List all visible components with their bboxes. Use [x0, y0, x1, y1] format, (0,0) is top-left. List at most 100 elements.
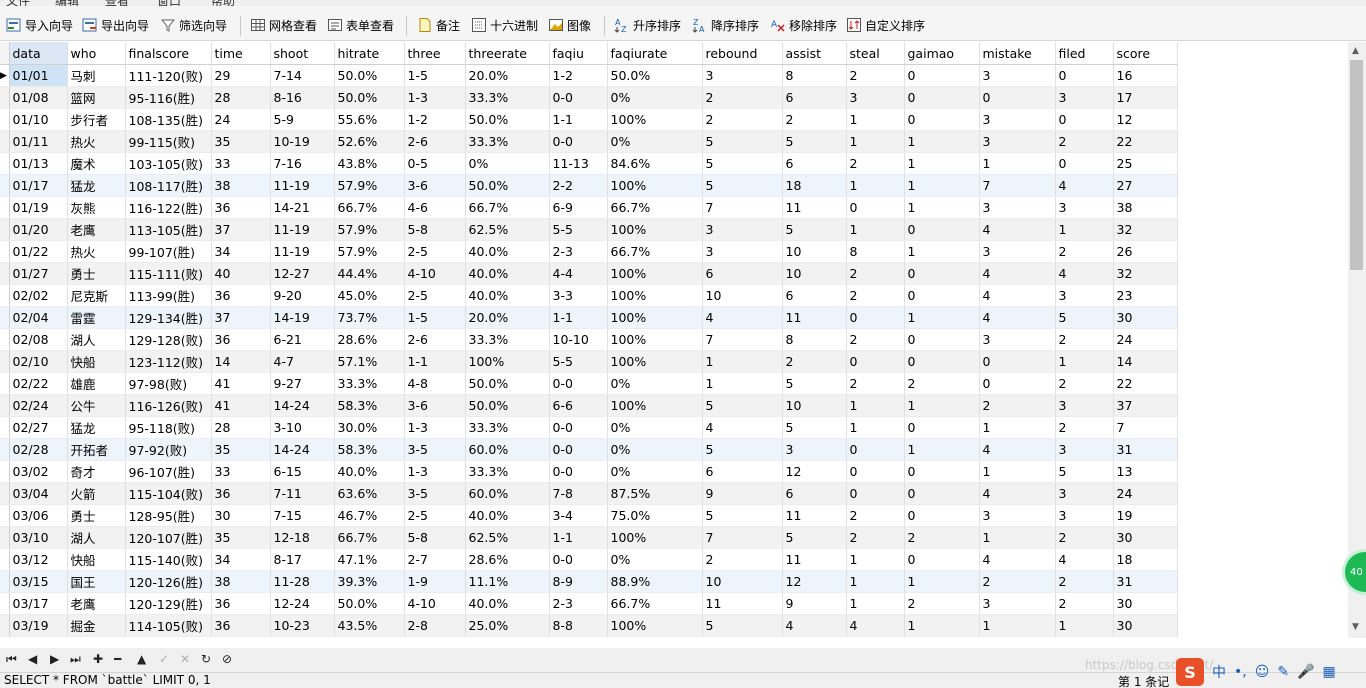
cell-mistake[interactable]: 3 [979, 196, 1056, 219]
cell-finalscore[interactable]: 120-126(胜) [125, 570, 212, 593]
cell-who[interactable]: 热火 [67, 240, 126, 263]
cell-mistake[interactable]: 2 [979, 394, 1056, 417]
cell-finalscore[interactable]: 123-112(败) [125, 350, 212, 373]
cell-three[interactable]: 4-8 [404, 372, 466, 395]
cell-who[interactable]: 猛龙 [67, 416, 126, 439]
cell-faqiu[interactable]: 1-1 [549, 108, 608, 131]
cell-shoot[interactable]: 11-28 [270, 570, 335, 593]
vertical-scrollbar[interactable]: ▲ ▼ [1348, 42, 1366, 638]
cell-mistake[interactable]: 4 [979, 218, 1056, 241]
add-record-icon[interactable]: ✚ [93, 652, 103, 666]
cell-rebound[interactable]: 3 [702, 64, 783, 87]
cell-three[interactable]: 1-5 [404, 306, 466, 329]
table-row[interactable]: 03/19 掘金 114-105(败) 36 10-23 43.5% 2-8 25.0% 8-8… [0, 614, 1178, 637]
cell-finalscore[interactable]: 95-118(败) [125, 416, 212, 439]
scroll-up-icon[interactable]: ▲ [1352, 46, 1359, 56]
cell-time[interactable]: 37 [211, 218, 271, 241]
cell-three[interactable]: 2-7 [404, 548, 466, 571]
cell-finalscore[interactable]: 97-98(败) [125, 372, 212, 395]
cell-assist[interactable]: 11 [782, 306, 847, 329]
cell-faqiu[interactable]: 2-3 [549, 592, 608, 615]
cell-score[interactable]: 30 [1113, 614, 1178, 637]
row-indicator[interactable] [0, 218, 10, 241]
cell-filed[interactable]: 2 [1055, 328, 1114, 351]
cell-steal[interactable]: 0 [846, 482, 905, 505]
cell-data[interactable]: 02/24 [9, 394, 68, 417]
cell-faqiu[interactable]: 0-0 [549, 86, 608, 109]
cell-data[interactable]: 01/08 [9, 86, 68, 109]
cell-faqiurate[interactable]: 88.9% [607, 570, 703, 593]
cell-score[interactable]: 26 [1113, 240, 1178, 263]
cell-faqiu[interactable]: 1-2 [549, 64, 608, 87]
cell-steal[interactable]: 0 [846, 196, 905, 219]
cell-hitrate[interactable]: 55.6% [334, 108, 405, 131]
grid-view-button[interactable]: 网格查看 [250, 14, 317, 36]
export-wizard-button[interactable]: 导出向导 [82, 14, 149, 36]
cell-gaimao[interactable]: 1 [904, 438, 980, 461]
column-header-steal[interactable]: steal [846, 42, 905, 65]
cell-faqiurate[interactable]: 87.5% [607, 482, 703, 505]
cell-steal[interactable]: 2 [846, 262, 905, 285]
cell-data[interactable]: 03/04 [9, 482, 68, 505]
cell-three[interactable]: 0-5 [404, 152, 466, 175]
cell-three[interactable]: 2-5 [404, 504, 466, 527]
cell-mistake[interactable]: 3 [979, 240, 1056, 263]
cell-time[interactable]: 28 [211, 416, 271, 439]
cell-faqiurate[interactable]: 84.6% [607, 152, 703, 175]
sort-ascending-button[interactable]: AZ 升序排序 [614, 14, 681, 36]
row-indicator[interactable] [0, 526, 10, 549]
cell-mistake[interactable]: 3 [979, 130, 1056, 153]
cell-threerate[interactable]: 40.0% [465, 592, 550, 615]
row-indicator[interactable] [0, 306, 10, 329]
cell-who[interactable]: 老鹰 [67, 592, 126, 615]
cell-finalscore[interactable]: 111-120(败) [125, 64, 212, 87]
cell-threerate[interactable]: 50.0% [465, 394, 550, 417]
cell-gaimao[interactable]: 2 [904, 526, 980, 549]
cell-filed[interactable]: 1 [1055, 350, 1114, 373]
cell-score[interactable]: 31 [1113, 570, 1178, 593]
cell-hitrate[interactable]: 50.0% [334, 86, 405, 109]
cell-finalscore[interactable]: 99-115(败) [125, 130, 212, 153]
cell-faqiu[interactable]: 0-0 [549, 548, 608, 571]
cell-filed[interactable]: 2 [1055, 570, 1114, 593]
cell-three[interactable]: 1-3 [404, 86, 466, 109]
cell-threerate[interactable]: 25.0% [465, 614, 550, 637]
cell-shoot[interactable]: 7-14 [270, 64, 335, 87]
row-indicator[interactable] [0, 504, 10, 527]
cell-shoot[interactable]: 3-10 [270, 416, 335, 439]
filter-wizard-button[interactable]: 筛选向导 [160, 14, 227, 36]
cell-threerate[interactable]: 0% [465, 152, 550, 175]
cell-assist[interactable]: 3 [782, 438, 847, 461]
column-header-assist[interactable]: assist [782, 42, 847, 65]
cell-faqiu[interactable]: 0-0 [549, 416, 608, 439]
cell-assist[interactable]: 11 [782, 196, 847, 219]
row-indicator[interactable] [0, 570, 10, 593]
cell-who[interactable]: 步行者 [67, 108, 126, 131]
cell-assist[interactable]: 4 [782, 614, 847, 637]
column-header-finalscore[interactable]: finalscore [125, 42, 212, 65]
cell-faqiurate[interactable]: 100% [607, 108, 703, 131]
cell-data[interactable]: 01/27 [9, 262, 68, 285]
cell-three[interactable]: 1-1 [404, 350, 466, 373]
column-header-hitrate[interactable]: hitrate [334, 42, 405, 65]
cell-shoot[interactable]: 7-15 [270, 504, 335, 527]
sogou-logo-icon[interactable]: S [1176, 658, 1204, 686]
row-indicator[interactable] [0, 372, 10, 395]
cell-data[interactable]: 02/04 [9, 306, 68, 329]
cell-data[interactable]: 03/02 [9, 460, 68, 483]
cell-filed[interactable]: 3 [1055, 482, 1114, 505]
cell-who[interactable]: 雄鹿 [67, 372, 126, 395]
cell-time[interactable]: 35 [211, 130, 271, 153]
cell-threerate[interactable]: 100% [465, 350, 550, 373]
row-indicator[interactable] [0, 548, 10, 571]
cell-three[interactable]: 1-5 [404, 64, 466, 87]
cell-time[interactable]: 30 [211, 504, 271, 527]
cell-assist[interactable]: 6 [782, 482, 847, 505]
column-header-gaimao[interactable]: gaimao [904, 42, 980, 65]
cell-gaimao[interactable]: 1 [904, 196, 980, 219]
cell-hitrate[interactable]: 47.1% [334, 548, 405, 571]
cell-gaimao[interactable]: 1 [904, 306, 980, 329]
cell-time[interactable]: 37 [211, 306, 271, 329]
cell-score[interactable]: 24 [1113, 482, 1178, 505]
cell-finalscore[interactable]: 114-105(败) [125, 614, 212, 637]
